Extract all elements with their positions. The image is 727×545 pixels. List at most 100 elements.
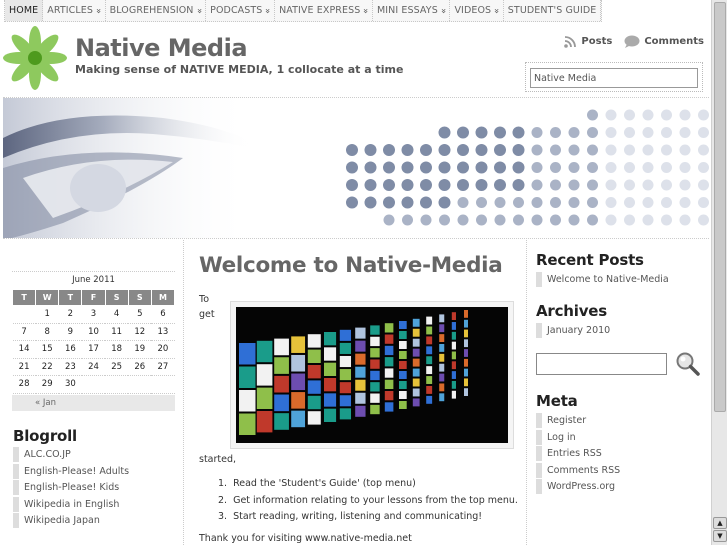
scrollbar-thumb[interactable]	[714, 2, 726, 412]
post-title[interactable]: Welcome to Native-Media	[199, 253, 503, 278]
blogroll-link[interactable]: English-Please! Kids	[13, 480, 173, 495]
post-image	[230, 301, 514, 449]
vertical-scrollbar[interactable]: ▲ ▼	[711, 0, 727, 545]
calendar-day-header: T	[58, 289, 83, 306]
nav-item-label: HOME	[9, 5, 39, 16]
header-search-input[interactable]	[530, 68, 698, 88]
archive-link[interactable]: January 2010	[536, 323, 706, 338]
calendar-day: 29	[35, 375, 59, 394]
blogroll-title: Blogroll	[13, 427, 78, 445]
nav-item-student-s-guide[interactable]: STUDENT'S GUIDE	[504, 0, 602, 21]
scroll-down-button[interactable]: ▼	[713, 530, 727, 542]
nav-item-podcasts[interactable]: PODCASTS»	[206, 0, 276, 21]
meta-link[interactable]: Entries RSS	[536, 446, 706, 461]
search-icon[interactable]	[675, 351, 701, 377]
calendar-day: 10	[81, 323, 106, 341]
calendar-day: 21	[12, 358, 36, 376]
calendar-day: 22	[35, 358, 59, 376]
calendar-day-header: F	[81, 289, 106, 306]
post-thanks: Thank you for visiting www.native-media.…	[199, 533, 412, 544]
calendar-day: 19	[128, 340, 152, 359]
nav-item-label: VIDEOS	[454, 5, 492, 16]
calendar-day: 9	[58, 323, 82, 341]
nav-item-label: MINI ESSAYS	[376, 5, 438, 16]
chevron-down-icon: »	[437, 7, 448, 14]
calendar-day: 4	[105, 305, 129, 324]
archives-title: Archives	[536, 302, 607, 320]
nav-item-label: PODCASTS	[210, 5, 263, 16]
header-search	[525, 62, 703, 92]
blogroll-link[interactable]: ALC.CO.JP	[13, 447, 173, 462]
nav-item-label: NATIVE EXPRESS	[279, 5, 361, 16]
header-banner	[3, 97, 709, 239]
meta-link[interactable]: Log in	[536, 429, 706, 445]
calendar-day: 30	[58, 375, 82, 394]
nav-item-blogrehension[interactable]: BLOGREHENSION»	[106, 0, 207, 21]
video-wall-image	[236, 307, 508, 443]
nav-item-articles[interactable]: ARTICLES»	[43, 0, 106, 21]
post-step-number: 2.	[218, 494, 228, 506]
nav-item-native-express[interactable]: NATIVE EXPRESS»	[275, 0, 373, 21]
nav-item-label: ARTICLES	[47, 5, 94, 16]
calendar-day-header: S	[127, 289, 152, 306]
calendar-day	[81, 375, 106, 394]
post-step-text: Start reading, writing, listening and co…	[233, 511, 483, 522]
calendar-day: 1	[35, 305, 59, 324]
site-logo[interactable]	[3, 26, 67, 90]
chevron-down-icon: »	[262, 7, 273, 14]
comments-feed-link[interactable]: Comments	[624, 35, 704, 48]
calendar-day: 5	[128, 305, 152, 324]
calendar-day: 7	[12, 323, 36, 341]
calendar-day: 25	[105, 358, 129, 376]
calendar-day	[12, 305, 36, 324]
calendar-day-header: S	[104, 289, 129, 306]
calendar-day-header: T	[11, 289, 37, 306]
post-step-number: 3.	[218, 511, 228, 522]
posts-feed-link[interactable]: Posts	[564, 35, 612, 48]
post-intro-2: get	[199, 309, 215, 320]
calendar-day-header: M	[150, 289, 176, 306]
right-sidebar: Recent Posts Welcome to Native-Media Arc…	[528, 240, 710, 545]
posts-feed-label: Posts	[581, 36, 613, 47]
post-steps: 1. Read the 'Student's Guide' (top menu) 2…	[218, 478, 518, 528]
blogroll-list: ALC.CO.JP English-Please! Adults English-P…	[13, 447, 173, 530]
post-step: 1. Read the 'Student's Guide' (top menu)	[218, 478, 518, 495]
left-sidebar: June 2011 TWTFSSM 1 2 3 4 5 6 7 8 9 10 11 12 13 14 15 1…	[3, 240, 184, 545]
calendar-day: 13	[151, 323, 175, 341]
sidebar-search-input[interactable]	[536, 353, 667, 375]
calendar-day: 12	[128, 323, 152, 341]
calendar-prev-link[interactable]: « Jan	[12, 395, 175, 411]
meta-link[interactable]: WordPress.org	[536, 479, 706, 494]
calendar-week: 21 22 23 24 25 26 27	[12, 358, 175, 376]
calendar-week: 7 8 9 10 11 12 13	[12, 323, 175, 341]
calendar-day: 11	[105, 323, 129, 341]
recent-posts-title: Recent Posts	[536, 251, 644, 269]
nav-item-label: STUDENT'S GUIDE	[507, 5, 597, 16]
blogroll-link[interactable]: Wikipedia in English	[13, 496, 173, 512]
blogroll-link[interactable]: Wikipedia Japan	[13, 513, 173, 528]
chevron-down-icon: »	[360, 7, 371, 14]
meta-title: Meta	[536, 392, 578, 410]
calendar-day: 6	[151, 305, 175, 324]
blogroll-link[interactable]: English-Please! Adults	[13, 463, 173, 479]
calendar-day-header: W	[35, 289, 60, 306]
scroll-up-button[interactable]: ▲	[713, 517, 727, 529]
calendar-day: 16	[58, 340, 82, 359]
nav-item-home[interactable]: HOME	[5, 0, 44, 21]
calendar-day: 3	[81, 305, 106, 324]
meta-link[interactable]: Register	[536, 413, 706, 428]
chevron-down-icon: »	[92, 7, 103, 14]
calendar-day	[105, 375, 129, 394]
recent-post-link[interactable]: Welcome to Native-Media	[536, 272, 706, 287]
site-title[interactable]: Native Media	[75, 34, 248, 62]
calendar-day: 23	[58, 358, 82, 376]
post-step: 2. Get information relating to your lesso…	[218, 495, 518, 512]
post-intro-1: To	[199, 294, 210, 305]
nav-item-mini-essays[interactable]: MINI ESSAYS»	[373, 0, 451, 21]
calendar-day: 20	[151, 340, 175, 359]
calendar-week: 28 29 30	[12, 375, 175, 394]
top-nav: HOME ARTICLES» BLOGREHENSION» PODCASTS» NATI…	[4, 0, 603, 22]
calendar-week: 123456	[12, 305, 175, 324]
meta-link[interactable]: Comments RSS	[536, 462, 706, 478]
nav-item-videos[interactable]: VIDEOS»	[450, 0, 504, 21]
